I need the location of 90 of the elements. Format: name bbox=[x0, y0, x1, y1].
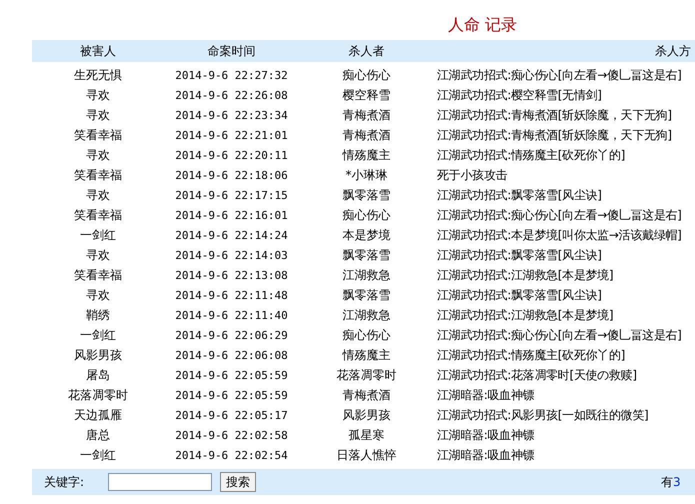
table-cell-text: 青梅煮酒 bbox=[342, 126, 392, 144]
table-cell-text: 2014-9-6 22:17:15 bbox=[174, 188, 289, 202]
keyword-input[interactable] bbox=[108, 473, 212, 491]
table-cell-text: 一剑红 bbox=[79, 446, 117, 464]
table-cell-text: 2014-9-6 22:16:01 bbox=[174, 208, 289, 222]
table-cell-text: 2014-9-6 22:06:29 bbox=[174, 328, 289, 342]
table-cell-text: 花落凋零时 bbox=[67, 386, 129, 404]
keyword-label: 关键字: bbox=[44, 474, 84, 490]
table-cell-text: 2014-9-6 22:02:54 bbox=[174, 448, 289, 462]
table-cell-text: 江湖武功招式:痴心伤心[向左看→傻乚畐这是右] bbox=[436, 66, 683, 84]
table-cell-text: 江湖武功招式:樱空释雪[无情剑] bbox=[436, 86, 603, 104]
table-cell-text: 孤星寒 bbox=[348, 426, 386, 444]
table-cell-text: 一剑红 bbox=[79, 226, 117, 244]
table-cell-text: 2014-9-6 22:11:48 bbox=[174, 288, 289, 302]
table-cell-text: 江湖武功招式:青梅煮酒[斩妖除魔，天下无狗] bbox=[436, 106, 673, 124]
table-cell-text: 江湖武功招式:痴心伤心[向左看→傻乚畐这是右] bbox=[436, 206, 683, 224]
table-cell-text: 江湖武功招式:青梅煮酒[斩妖除魔，天下无狗] bbox=[436, 126, 673, 144]
table-cell-text: 笑看幸福 bbox=[73, 126, 123, 144]
table-cell-text: 江湖武功招式:花落凋零时[天使の救赎] bbox=[436, 366, 638, 384]
table-cell-text: 江湖暗器:吸血神镖 bbox=[436, 426, 536, 444]
table-cell-text: 2014-9-6 22:21:01 bbox=[174, 128, 289, 142]
table-cell-text: 2014-9-6 22:06:08 bbox=[174, 348, 289, 362]
search-button[interactable]: 搜索 bbox=[220, 472, 256, 492]
table-cell-text: 江湖救急 bbox=[342, 266, 392, 284]
table-cell-text: 痴心伤心 bbox=[342, 66, 392, 84]
table-cell-text: 鞘绣 bbox=[85, 306, 111, 324]
table-cell-text: 江湖武功招式:飘零落雪[风尘诀] bbox=[436, 246, 603, 264]
table-cell-text: 本是梦境 bbox=[342, 226, 392, 244]
table-cell-text: 樱空释雪 bbox=[342, 86, 392, 104]
table-cell-text: 生死无惧 bbox=[73, 66, 123, 84]
table-cell-text: 江湖暗器:吸血神镖 bbox=[436, 386, 536, 404]
table-cell-text: 笑看幸福 bbox=[73, 166, 123, 184]
table-cell-text: 寻欢 bbox=[85, 286, 111, 304]
table-cell-text: 飘零落雪 bbox=[342, 246, 392, 264]
column-header: 杀人者 bbox=[348, 42, 386, 60]
table-cell-text: 风影男孩 bbox=[73, 346, 123, 364]
table-cell-text: 寻欢 bbox=[85, 246, 111, 264]
table-cell-text: 屠岛 bbox=[85, 366, 111, 384]
table-cell-text: 寻欢 bbox=[85, 186, 111, 204]
table-cell-text: 江湖救急 bbox=[342, 306, 392, 324]
table-cell-text: 2014-9-6 22:27:32 bbox=[174, 68, 289, 82]
table-cell-text: 江湖武功招式:痴心伤心[向左看→傻乚畐这是右] bbox=[436, 326, 683, 344]
table-cell-text: 痴心伤心 bbox=[342, 326, 392, 344]
table-cell-text: 江湖武功招式:江湖救急[本是梦境] bbox=[436, 306, 614, 324]
table-cell-text: 江湖武功招式:飘零落雪[风尘诀] bbox=[436, 186, 603, 204]
column-header: 命案时间 bbox=[206, 42, 256, 60]
table-cell-text: 情殇魔主 bbox=[341, 346, 392, 364]
table-cell-text: 江湖武功招式:情殇魔主[砍死你丫的] bbox=[436, 346, 626, 364]
table-cell-text: 2014-9-6 22:13:08 bbox=[174, 268, 289, 282]
table-cell-text: 青梅煮酒 bbox=[342, 106, 392, 124]
table-cell-text: 死于小孩攻击 bbox=[436, 166, 508, 184]
table-cell-text: *小琳琳 bbox=[344, 166, 388, 184]
table-cell-text: 2014-9-6 22:20:11 bbox=[174, 148, 289, 162]
table-cell-text: 笑看幸福 bbox=[73, 266, 123, 284]
column-header: 被害人 bbox=[79, 42, 117, 60]
table-cell-text: 2014-9-6 22:23:34 bbox=[174, 108, 289, 122]
table-cell-text: 天边孤雁 bbox=[73, 406, 123, 424]
table-cell-text: 2014-9-6 22:05:17 bbox=[174, 408, 289, 422]
table-cell-text: 2014-9-6 22:14:24 bbox=[174, 228, 289, 242]
table-cell-text: 情殇魔主 bbox=[341, 146, 392, 164]
table-cell-text: 2014-9-6 22:02:58 bbox=[174, 428, 289, 442]
table-cell-text: 飘零落雪 bbox=[342, 186, 392, 204]
table-cell-text: 2014-9-6 22:05:59 bbox=[174, 368, 289, 382]
table-cell-text: 寻欢 bbox=[85, 106, 111, 124]
table-cell-text: 2014-9-6 22:14:03 bbox=[174, 248, 289, 262]
table-cell-text: 寻欢 bbox=[85, 146, 111, 164]
table-cell-text: 飘零落雪 bbox=[342, 286, 392, 304]
table-cell-text: 江湖武功招式:风影男孩[一如既往的微笑] bbox=[436, 406, 650, 424]
table-cell-text: 笑看幸福 bbox=[73, 206, 123, 224]
table-cell-text: 青梅煮酒 bbox=[342, 386, 392, 404]
table-cell-text: 江湖武功招式:飘零落雪[风尘诀] bbox=[436, 286, 603, 304]
table-cell-text: 2014-9-6 22:11:40 bbox=[174, 308, 289, 322]
table-cell-text: 日落人憔悴 bbox=[336, 446, 398, 464]
table-cell-text: 痴心伤心 bbox=[342, 206, 392, 224]
table-cell-text: 一剑红 bbox=[79, 326, 117, 344]
table-cell-text: 寻欢 bbox=[85, 86, 111, 104]
table-cell-text: 江湖武功招式:情殇魔主[砍死你丫的] bbox=[436, 146, 626, 164]
table-cell-text: 江湖武功招式:江湖救急[本是梦境] bbox=[436, 266, 614, 284]
column-header: 杀人方 bbox=[654, 42, 692, 60]
table-cell-text: 唐总 bbox=[85, 426, 111, 444]
page-title: 人命 记录 bbox=[446, 14, 518, 36]
record-count: 有3 bbox=[661, 474, 682, 490]
table-cell-text: 2014-9-6 22:18:06 bbox=[174, 168, 289, 182]
table-cell-text: 风影男孩 bbox=[342, 406, 392, 424]
table-cell-text: 2014-9-6 22:05:59 bbox=[174, 388, 289, 402]
table-cell-text: 江湖暗器:吸血神镖 bbox=[436, 446, 536, 464]
table-cell-text: 2014-9-6 22:26:08 bbox=[174, 88, 289, 102]
table-cell-text: 花落凋零时 bbox=[336, 366, 398, 384]
count-link[interactable]: 3 bbox=[673, 474, 681, 488]
table-cell-text: 江湖武功招式:本是梦境[叫你太监→活该戴绿帽] bbox=[436, 226, 683, 244]
